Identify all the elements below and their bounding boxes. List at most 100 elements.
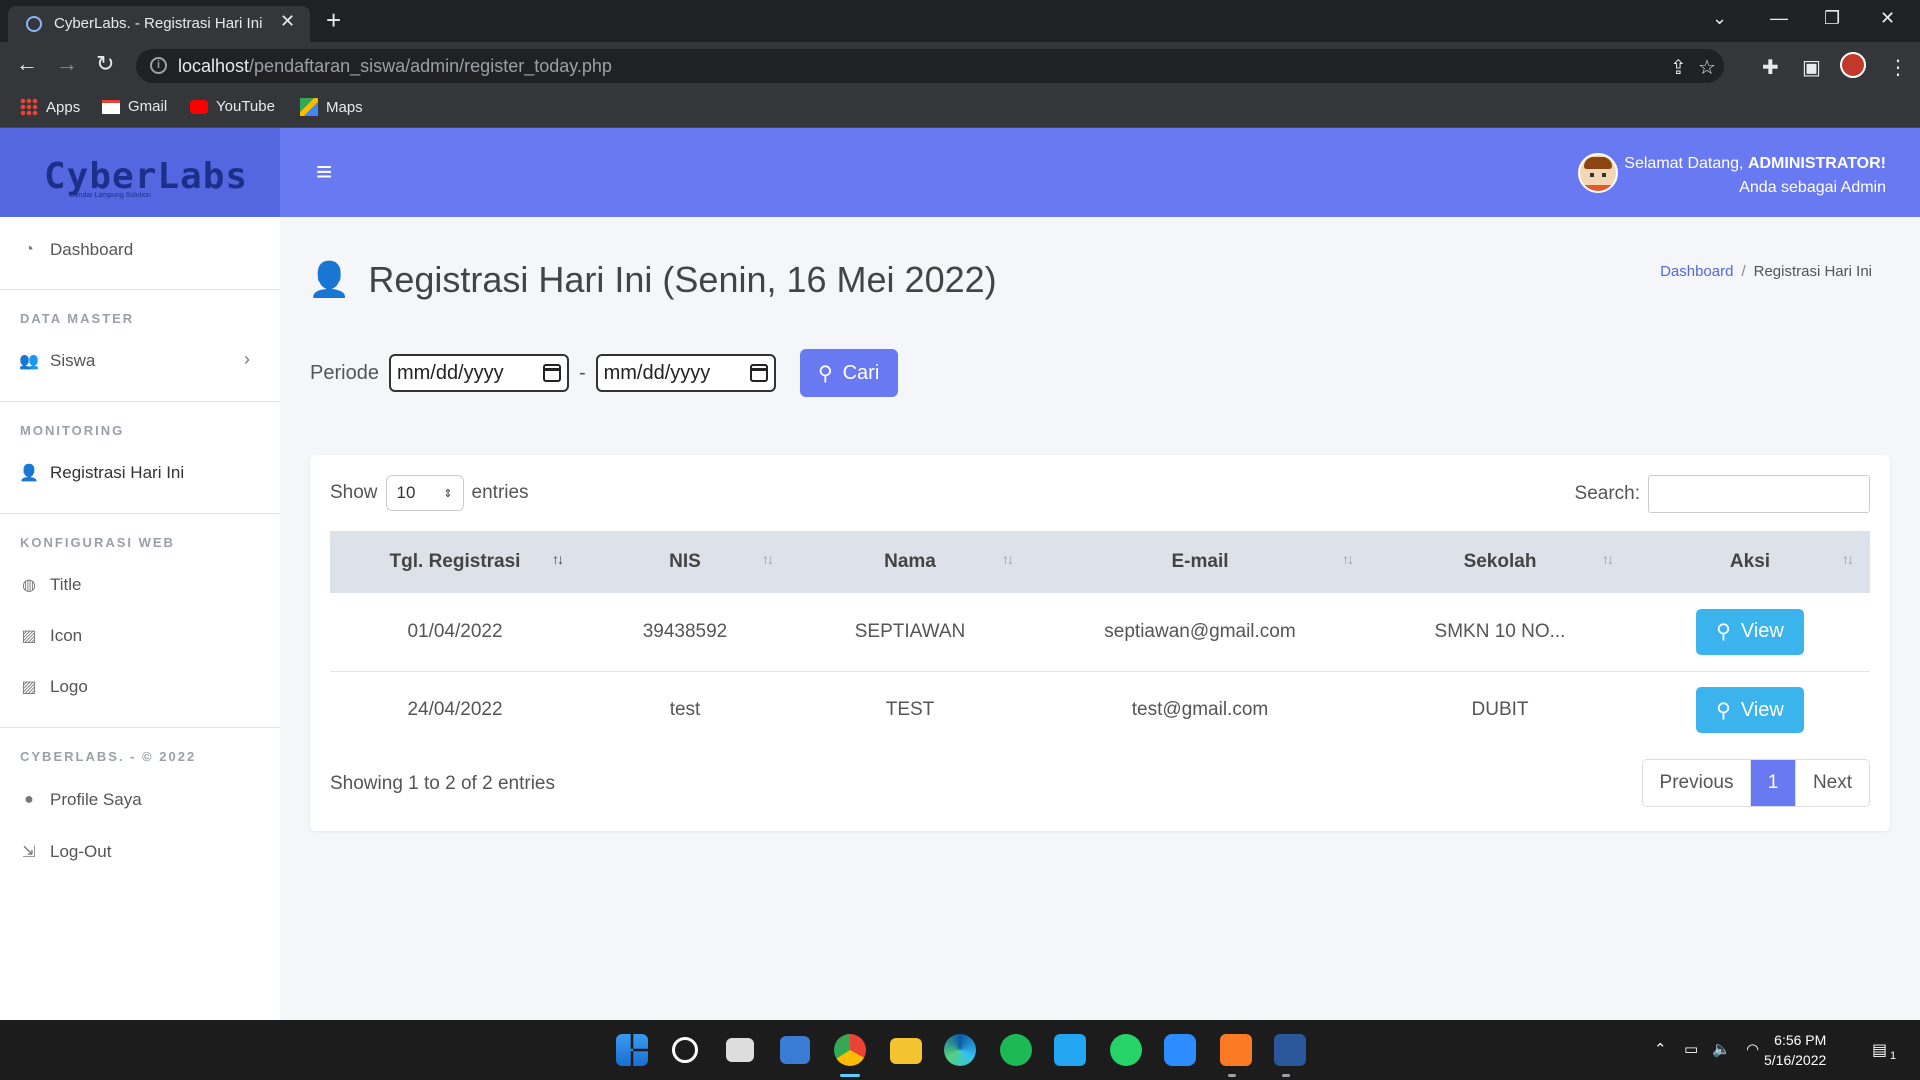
notification-icon[interactable]: ▤ [1872, 1040, 1887, 1060]
column-header-nis[interactable]: NIS ↑↓ [580, 531, 790, 593]
word-icon[interactable] [1274, 1034, 1306, 1066]
battery-icon[interactable]: ▭ [1684, 1040, 1698, 1058]
date-from-input[interactable]: mm/dd/yyyy [388, 354, 569, 392]
profile-avatar-icon[interactable] [1840, 52, 1866, 78]
sidebar-item-label: Registrasi Hari Ini [50, 463, 185, 482]
widgets-icon[interactable] [780, 1036, 810, 1064]
bookmark-gmail[interactable]: Gmail [102, 98, 167, 115]
column-header-label: E-mail [1171, 551, 1229, 572]
tab-search-chevron-icon[interactable]: ⌄ [1712, 8, 1727, 29]
restore-icon[interactable]: ❐ [1824, 8, 1840, 29]
zoom-icon[interactable] [1164, 1034, 1196, 1066]
bookmark-label: Gmail [128, 98, 168, 115]
chrome-icon[interactable] [834, 1034, 866, 1066]
calendar-icon[interactable] [749, 364, 768, 382]
registrations-table: Tgl. Registrasi ↑↓ NIS ↑↓ Nama ↑↓ E-mail ↑↓ … [330, 531, 1870, 749]
search-icon: ⚲ [1716, 621, 1731, 644]
extensions-puzzle-icon[interactable]: ✚ [1762, 55, 1779, 80]
sidebar-item-icon[interactable]: ▨ Icon [20, 621, 82, 651]
sidebar-item-label: Log-Out [50, 842, 112, 861]
bookmark-maps[interactable]: Maps [300, 98, 363, 116]
cell-email: test@gmail.com [1131, 699, 1269, 721]
taskbar-clock[interactable]: 6:56 PM 5/16/2022 [1764, 1030, 1826, 1070]
app: CyberLabs Bandar Lampung Solution ≡ Sela… [0, 128, 1920, 1020]
table-search-input[interactable] [1648, 475, 1870, 513]
cell-sekolah: DUBIT [1471, 699, 1529, 721]
pagination-previous-button[interactable]: Previous [1643, 760, 1751, 806]
entries-select[interactable]: 10 ⇕ [385, 475, 464, 511]
image-icon: ▨ [21, 628, 37, 645]
periode-label: Periode [310, 361, 379, 384]
minimize-icon[interactable]: — [1770, 8, 1788, 29]
column-header-aksi[interactable]: Aksi ↑↓ [1630, 531, 1870, 593]
user-avatar[interactable] [1578, 153, 1618, 193]
taskbar-search-icon[interactable] [672, 1037, 698, 1063]
column-header-nama[interactable]: Nama ↑↓ [790, 531, 1030, 593]
chevron-right-icon[interactable]: › [244, 349, 250, 370]
column-header-tgl[interactable]: Tgl. Registrasi ↑↓ [330, 531, 580, 593]
side-panel-icon[interactable]: ▣ [1802, 55, 1821, 80]
spotify-icon[interactable] [1000, 1034, 1032, 1066]
bookmark-star-icon[interactable]: ☆ [1698, 55, 1716, 80]
column-header-sekolah[interactable]: Sekolah ↑↓ [1370, 531, 1630, 593]
bookmark-apps[interactable]: Apps [20, 98, 80, 116]
forward-icon[interactable]: → [56, 52, 78, 76]
view-button-label: View [1740, 698, 1784, 721]
xampp-icon[interactable] [1220, 1034, 1252, 1066]
vscode-icon[interactable] [1054, 1034, 1086, 1066]
date-to-input[interactable]: mm/dd/yyyy [595, 354, 776, 392]
role-text: Anda sebagai Admin [1739, 179, 1886, 196]
sidebar-item-title[interactable]: ◍ Title [20, 570, 82, 600]
calendar-icon[interactable] [542, 364, 561, 382]
brand-logo-area[interactable]: CyberLabs Bandar Lampung Solution [0, 128, 280, 217]
volume-icon[interactable]: 🔈 [1712, 1040, 1731, 1058]
sidebar-item-logo[interactable]: ▨ Logo [20, 672, 87, 702]
new-tab-icon[interactable]: + [326, 6, 341, 34]
view-button[interactable]: ⚲ View [1696, 687, 1804, 734]
sidebar-item-registrasi[interactable]: 👤 Registrasi Hari Ini [19, 458, 185, 488]
whatsapp-icon[interactable] [1110, 1034, 1142, 1066]
cell-sekolah: SMKN 10 NO... [1434, 620, 1566, 642]
bookmark-label: Apps [46, 98, 81, 116]
back-icon[interactable]: ← [16, 52, 38, 76]
date-separator: - [578, 361, 586, 384]
sidebar-item-profile[interactable]: ● Profile Saya [20, 785, 142, 815]
pagination-page-button[interactable]: 1 [1751, 760, 1795, 806]
close-window-icon[interactable]: ✕ [1880, 8, 1895, 29]
reload-icon[interactable]: ↻ [96, 52, 114, 76]
breadcrumb-dashboard-link[interactable]: Dashboard [1660, 263, 1733, 280]
browser-tab[interactable]: CyberLabs. - Registrasi Hari Ini ✕ [8, 6, 310, 42]
clock-date: 5/16/2022 [1764, 1052, 1827, 1068]
share-icon[interactable]: ⇪ [1670, 55, 1687, 80]
edge-icon[interactable] [944, 1034, 976, 1066]
sidebar-item-dashboard[interactable]: ◔ Dashboard [20, 235, 133, 265]
cell-nama: SEPTIAWAN [854, 620, 966, 642]
search-button[interactable]: ⚲ Cari [799, 349, 898, 397]
column-header-label: Tgl. Registrasi [389, 551, 521, 572]
table-search: Search: [1575, 475, 1870, 513]
sidebar-item-logout[interactable]: ⇲ Log-Out [20, 837, 111, 867]
windows-start-icon[interactable] [616, 1034, 648, 1066]
menu-kebab-icon[interactable]: ⋮ [1888, 55, 1908, 80]
tab-close-icon[interactable]: ✕ [280, 11, 295, 32]
tray-chevron-up-icon[interactable]: ⌃ [1654, 1040, 1667, 1058]
url-input[interactable]: i localhost/pendaftaran_siswa/admin/regi… [136, 49, 1724, 83]
wifi-icon[interactable]: ◠ [1746, 1040, 1759, 1058]
clock-time: 6:56 PM [1774, 1032, 1827, 1048]
sidebar-item-label: Title [50, 575, 82, 594]
file-explorer-icon[interactable] [890, 1038, 922, 1064]
hamburger-menu-icon[interactable]: ≡ [316, 156, 332, 188]
sidebar-item-siswa[interactable]: 👥 Siswa [19, 346, 260, 376]
select-updown-icon: ⇕ [443, 487, 453, 500]
cell-tgl: 24/04/2022 [407, 699, 503, 721]
bookmark-youtube[interactable]: YouTube [190, 98, 275, 115]
cell-nis: 39438592 [642, 620, 728, 642]
column-header-email[interactable]: E-mail ↑↓ [1030, 531, 1370, 593]
running-app-indicator [1282, 1074, 1290, 1077]
pagination-next-button[interactable]: Next [1795, 760, 1869, 806]
cell-nis: test [669, 699, 701, 721]
sidebar-item-label: Dashboard [50, 240, 134, 259]
task-view-icon[interactable] [726, 1038, 754, 1062]
view-button[interactable]: ⚲ View [1696, 608, 1804, 655]
site-info-icon[interactable]: i [150, 57, 167, 74]
